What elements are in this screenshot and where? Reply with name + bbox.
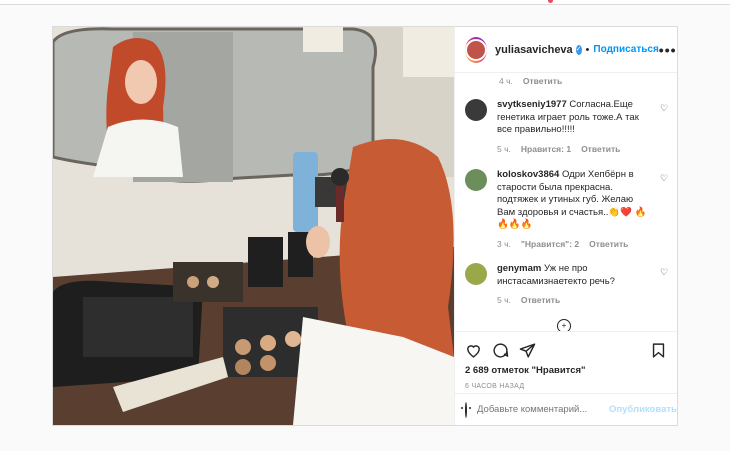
like-icon[interactable]	[465, 342, 482, 359]
comment-icon[interactable]	[492, 342, 509, 359]
post-actions: 2 689 отметок "Нравится" 6 ЧАСОВ НАЗАД	[455, 331, 677, 390]
reply-link[interactable]: Ответить	[589, 238, 628, 251]
follow-button[interactable]: Подписаться	[593, 44, 658, 55]
reply-link[interactable]: Ответить	[523, 76, 562, 86]
separator-dot: •	[585, 43, 590, 56]
bookmark-icon[interactable]	[650, 342, 667, 359]
publish-button[interactable]: Опубликовать	[609, 404, 677, 415]
verified-badge-icon: ✓	[575, 44, 582, 55]
comment-likes[interactable]: "Нравится": 2	[521, 238, 579, 251]
comment-item: genymam Уж не про инстасамизнаетекто реч…	[465, 263, 670, 307]
likes-count[interactable]: 2 689 отметок "Нравится"	[465, 365, 667, 376]
avatar[interactable]	[465, 36, 487, 63]
commenter-username[interactable]: svytkseniy1977	[497, 99, 567, 110]
author-username[interactable]: yuliasavicheva	[495, 44, 573, 56]
commenter-username[interactable]: genymam	[497, 263, 541, 274]
comment-item: svytkseniy1977 Согласна.Еще генетика игр…	[465, 99, 670, 155]
like-comment-icon[interactable]: ♡	[660, 173, 670, 183]
comment-meta: 5 ч. Ответить	[497, 294, 647, 307]
emoji-icon[interactable]	[461, 401, 471, 418]
post-timestamp[interactable]: 6 ЧАСОВ НАЗАД	[465, 383, 667, 390]
post-header: yuliasavicheva ✓ • Подписаться •••	[455, 27, 677, 73]
comment-meta: 4 ч. Ответить	[499, 76, 562, 86]
load-more-comments-icon[interactable]: +	[557, 319, 571, 331]
comment-time: 4 ч.	[499, 76, 513, 86]
reply-link[interactable]: Ответить	[521, 294, 560, 307]
comment-time: 3 ч.	[497, 238, 511, 249]
reply-link[interactable]: Ответить	[581, 143, 620, 156]
comment-input[interactable]	[477, 404, 609, 415]
comments-list[interactable]: 4 ч. Ответить svytkseniy1977 Согласна.Ещ…	[455, 73, 677, 331]
like-comment-icon[interactable]: ♡	[660, 103, 670, 113]
comment-likes[interactable]: Нравится: 1	[521, 143, 571, 156]
commenter-avatar[interactable]	[465, 263, 487, 285]
avatar-image	[465, 38, 487, 61]
post-photo[interactable]	[53, 27, 454, 425]
share-icon[interactable]	[519, 342, 536, 359]
comment-meta: 3 ч. "Нравится": 2 Ответить	[497, 238, 647, 251]
top-nav-bar	[0, 0, 730, 5]
commenter-avatar[interactable]	[465, 169, 487, 191]
comment-item: koloskov3864 Одри Хепбёрн в старости был…	[465, 169, 670, 250]
notification-dot	[548, 0, 553, 3]
add-comment-bar: Опубликовать	[455, 393, 677, 425]
post-sidebar: yuliasavicheva ✓ • Подписаться ••• 4 ч. …	[454, 27, 677, 425]
commenter-avatar[interactable]	[465, 99, 487, 121]
comment-meta: 5 ч. Нравится: 1 Ответить	[497, 143, 647, 156]
more-options-icon[interactable]: •••	[659, 42, 677, 58]
post-card: yuliasavicheva ✓ • Подписаться ••• 4 ч. …	[52, 26, 678, 426]
like-comment-icon[interactable]: ♡	[660, 267, 670, 277]
comment-time: 5 ч.	[497, 295, 511, 305]
comment-time: 5 ч.	[497, 143, 511, 154]
commenter-username[interactable]: koloskov3864	[497, 169, 559, 180]
photo-illustration	[53, 27, 454, 425]
